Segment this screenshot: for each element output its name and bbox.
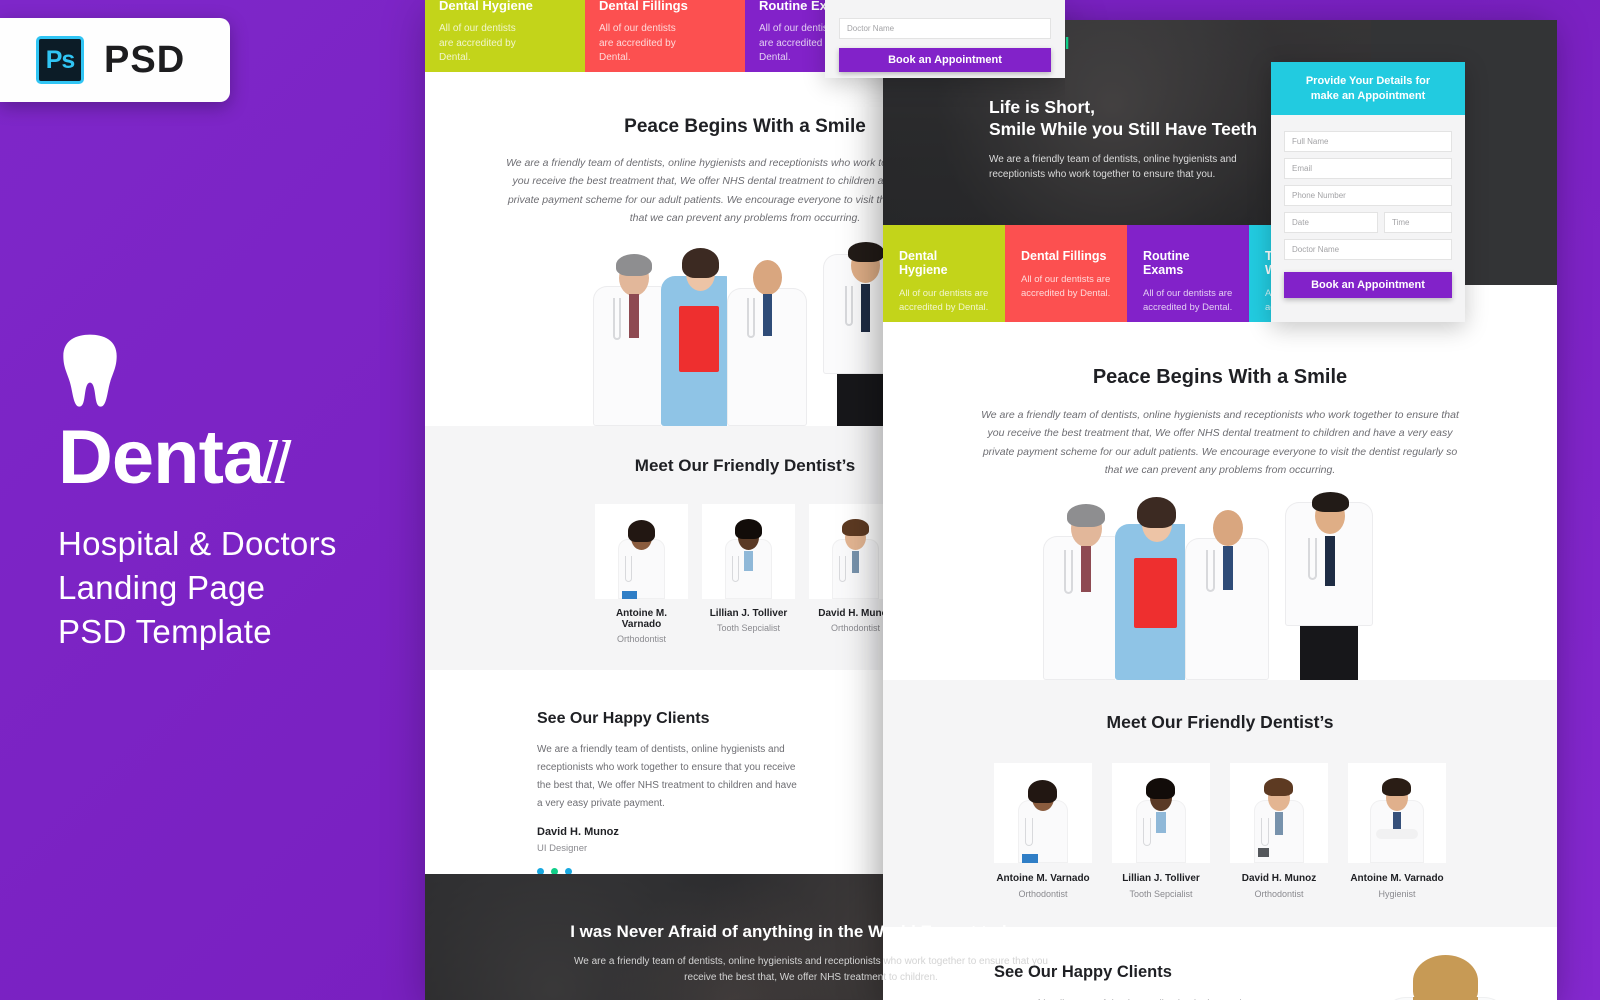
about-title: Peace Begins With a Smile: [1092, 366, 1348, 388]
service-tile[interactable]: Dental Hygiene All of our dentists are a…: [425, 0, 585, 72]
team-name: Lillian J. Tolliver: [1122, 872, 1200, 884]
team-photo: [595, 503, 688, 599]
photoshop-icon: Ps: [36, 36, 84, 84]
service-desc: All of our dentists are accredited by De…: [439, 23, 516, 63]
team-card[interactable]: Antoine M. Varnado Orthodontist: [595, 503, 688, 644]
team-photo: [1230, 762, 1328, 863]
appointment-heading-line1: Provide Your Details for: [1305, 75, 1431, 87]
promo-subtitle-line3: PSD Template: [58, 612, 272, 650]
group-doctor-4: [1285, 483, 1373, 680]
service-tile-routine-exams[interactable]: Routine Exams All of our dentists are ac…: [1127, 225, 1249, 322]
team-card[interactable]: Lillian J. Tolliver Tooth Sepcialist: [702, 503, 795, 644]
testimonial-quote: We are a friendly team of dentists, onli…: [537, 743, 797, 809]
team-title: Meet Our Friendly Dentist’s: [1106, 711, 1334, 732]
team-photo: [994, 762, 1092, 863]
team-role: Orthodontist: [1254, 888, 1304, 899]
promo-brand-suffix: ll: [256, 429, 291, 497]
full-name-input[interactable]: Full Name: [1284, 131, 1452, 153]
book-appointment-button[interactable]: Book an Appointment: [1284, 272, 1452, 299]
psd-badge-label: PSD: [104, 38, 186, 81]
team-role: Orthodontist: [616, 633, 667, 644]
cta-title: I was Never Afraid of anything in the Wo…: [570, 921, 1022, 941]
service-desc: All of our dentists are accredited by De…: [899, 288, 989, 313]
cta-section-back: I was Never Afraid of anything in the Wo…: [425, 873, 1065, 1000]
team-role: Hygienist: [1378, 888, 1416, 899]
tooth-icon: [63, 334, 117, 407]
about-section: Peace Begins With a Smile We are a frien…: [883, 322, 1557, 480]
doctor-name-input[interactable]: Doctor Name: [1284, 239, 1452, 261]
appointment-card-back: Doctor Name Book an Appointment: [825, 0, 1065, 78]
team-card-3[interactable]: David H. Munoz Orthodontist: [1230, 762, 1328, 899]
poster-canvas: Dental Hygiene All of our dentists are a…: [0, 0, 1600, 1000]
team-photo: [1112, 762, 1210, 863]
team-name: David H. Munoz: [1241, 872, 1317, 884]
group-doctor-3: [1185, 497, 1269, 680]
phone-number-input[interactable]: Phone Number: [1284, 185, 1452, 207]
group-doctor: [727, 247, 807, 426]
appointment-heading-line2: make an Appointment: [1310, 89, 1426, 102]
service-title: Dental Hygiene: [899, 249, 948, 277]
appointment-form-card: Provide Your Details for make an Appoint…: [1271, 62, 1465, 322]
date-input[interactable]: Date: [1284, 212, 1378, 234]
team-name: Antoine M. Varnado: [1350, 872, 1444, 884]
doctor-name-field-back[interactable]: Doctor Name: [839, 18, 1051, 39]
email-input[interactable]: Email: [1284, 158, 1452, 180]
promo-subtitle-line1: Hospital & Doctors: [58, 525, 337, 562]
service-tile-dental-fillings[interactable]: Dental Fillings All of our dentists are …: [1005, 225, 1127, 322]
book-appointment-button-back[interactable]: Book an Appointment: [839, 48, 1051, 72]
service-title: Routine Exams: [1143, 249, 1190, 277]
service-title: Dental Fillings: [599, 0, 688, 13]
service-desc: All of our dentists are accredited by De…: [599, 23, 676, 63]
about-paragraph: We are a friendly team of dentists, onli…: [981, 409, 1459, 477]
preview-panel-front: Denta ll Life is Short, Smile While you …: [883, 20, 1557, 1000]
date-time-row: Date Time: [1284, 212, 1452, 234]
testimonial-photo: [1355, 949, 1535, 1000]
promo-subtitle-line2: Landing Page: [58, 568, 266, 606]
team-card-4[interactable]: Antoine M. Varnado Hygienist: [1348, 762, 1446, 899]
cta-paragraph: We are a friendly team of dentists, onli…: [574, 955, 1048, 983]
team-name: Antoine M. Varnado: [615, 607, 668, 630]
team-card-2[interactable]: Lillian J. Tolliver Tooth Sepcialist: [1112, 762, 1210, 899]
service-tile-dental-hygiene[interactable]: Dental Hygiene All of our dentists are a…: [883, 225, 1005, 322]
service-title: Dental Fillings: [1021, 249, 1107, 263]
promo-brand: Denta ll: [58, 415, 425, 500]
service-desc: All of our dentists are accredited by De…: [1143, 288, 1233, 313]
service-title: Dental Hygiene: [439, 0, 533, 13]
team-role: Tooth Sepcialist: [716, 622, 781, 633]
hero-paragraph: We are a friendly team of dentists, onli…: [989, 153, 1237, 181]
promo-brand-main: Denta: [58, 415, 265, 500]
team-group-photo: [883, 479, 1557, 680]
psd-badge: Ps PSD: [0, 18, 230, 102]
service-tile[interactable]: Dental Fillings All of our dentists are …: [585, 0, 745, 72]
promo-block: Denta ll Hospital & Doctors Landing Page…: [0, 330, 425, 654]
site-logo[interactable]: Denta ll: [989, 34, 1557, 54]
time-input[interactable]: Time: [1384, 212, 1452, 234]
team-photo: [702, 503, 795, 599]
team-role: Tooth Sepcialist: [1129, 888, 1193, 899]
team-name: Lillian J. Tolliver: [709, 607, 788, 619]
team-photo: [1348, 762, 1446, 863]
service-desc: All of our dentists are accredited by De…: [1021, 274, 1111, 299]
appointment-form-heading: Provide Your Details for make an Appoint…: [1271, 62, 1465, 116]
